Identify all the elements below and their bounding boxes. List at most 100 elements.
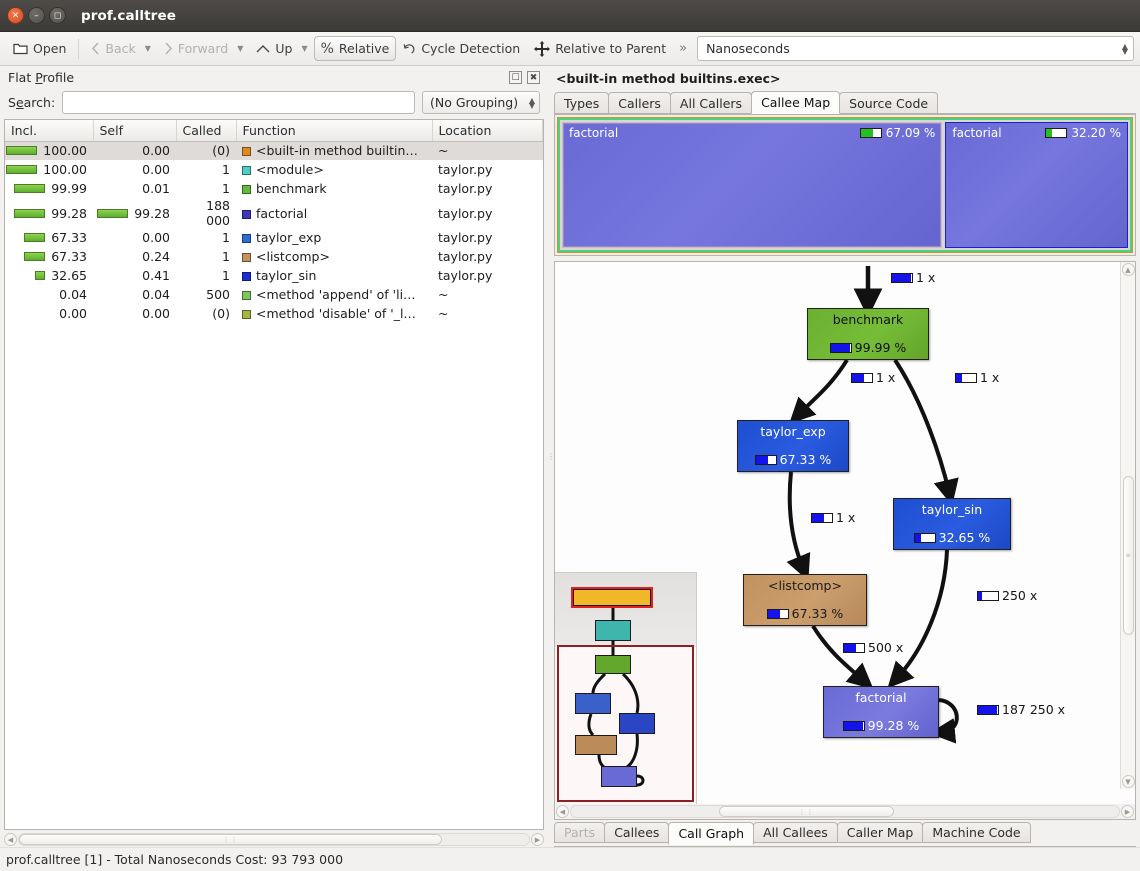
- column-header-called[interactable]: Called: [176, 120, 237, 142]
- tab-all-callers[interactable]: All Callers: [669, 92, 753, 113]
- scroll-right-icon[interactable]: ▶: [1121, 805, 1134, 818]
- tab-all-callees[interactable]: All Callees: [753, 822, 838, 843]
- main-split: Flat Profile ☐ ✖ Search: (No Grouping) ▲…: [0, 66, 1140, 847]
- table-row[interactable]: 99.28 99.28 188 000 factorial taylor.py: [5, 198, 543, 228]
- table-row[interactable]: 99.99 0.01 1 benchmark taylor.py: [5, 179, 543, 198]
- scrollbar-track[interactable]: ⋮⋮: [570, 805, 1120, 818]
- status-text: prof.calltree [1] - Total Nanoseconds Co…: [6, 852, 344, 867]
- table-row[interactable]: 0.04 0.04 500 <method 'append' of 'li… ~: [5, 285, 543, 304]
- table-row[interactable]: 0.00 0.00 (0) <method 'disable' of '_l… ~: [5, 304, 543, 323]
- cell-self: 0.00: [93, 141, 176, 160]
- profile-table-hscrollbar[interactable]: ◀ ⋮⋮ ▶: [4, 832, 544, 847]
- graph-node-percent: 32.65 %: [913, 530, 990, 545]
- table-row[interactable]: 32.65 0.41 1 taylor_sin taylor.py: [5, 266, 543, 285]
- forward-dropdown-icon[interactable]: ▼: [235, 44, 249, 53]
- search-label: Search:: [8, 95, 56, 110]
- cell-called: 1: [222, 181, 230, 196]
- call-graph-minimap[interactable]: [555, 572, 697, 804]
- callee-map-box[interactable]: factorial 67.09 %: [562, 122, 943, 248]
- spinner-icon[interactable]: ▲ ▼: [1122, 42, 1128, 55]
- tab-machine-code[interactable]: Machine Code: [922, 822, 1031, 843]
- graph-node-taylor_sin[interactable]: taylor_sin 32.65 %: [893, 498, 1011, 550]
- minimize-icon[interactable]: –: [28, 7, 45, 24]
- unit-combobox[interactable]: Nanoseconds ▲ ▼: [697, 36, 1134, 61]
- cell-incl: 67.33: [5, 228, 93, 247]
- cell-self: 0.00: [142, 162, 170, 177]
- progress-bar-icon: [913, 532, 936, 543]
- cell-function: <method 'disable' of '_l…: [236, 304, 432, 323]
- scrollbar-track[interactable]: ⋮⋮: [18, 833, 530, 846]
- callee-map-canvas[interactable]: factorial 67.09 % factorial 32.20 %: [557, 117, 1133, 253]
- back-button[interactable]: Back: [84, 36, 142, 61]
- tab-callees[interactable]: Callees: [604, 822, 670, 843]
- close-icon[interactable]: ✕: [7, 7, 24, 24]
- cell-called: 500: [206, 287, 230, 302]
- cell-location: ~: [438, 306, 449, 321]
- table-row[interactable]: 100.00 0.00 (0) <built-in method builtin… ~: [5, 141, 543, 160]
- callee-map-box[interactable]: factorial 32.20 %: [945, 122, 1128, 248]
- search-input[interactable]: [62, 91, 415, 114]
- graph-node-taylor_exp[interactable]: taylor_exp 67.33 %: [737, 420, 849, 472]
- tab-parts: Parts: [554, 822, 606, 843]
- forward-button[interactable]: Forward: [157, 36, 235, 61]
- graph-node-percent: 99.99 %: [829, 340, 906, 355]
- spinner-icon[interactable]: ▲ ▼: [529, 96, 535, 109]
- up-button[interactable]: Up: [249, 36, 299, 61]
- relative-to-parent-button[interactable]: Relative to Parent: [527, 36, 673, 61]
- column-header-incl[interactable]: Incl.: [5, 120, 94, 142]
- graph-node-percent: 67.33 %: [766, 606, 844, 621]
- maximize-icon[interactable]: ◻: [49, 7, 66, 24]
- tab-callers[interactable]: Callers: [608, 92, 671, 113]
- graph-node-percent-text: 67.33 %: [791, 606, 844, 621]
- window-title: prof.calltree: [81, 7, 176, 24]
- tab-source-code[interactable]: Source Code: [839, 92, 939, 113]
- detail-top-tabs: Types Callers All Callers Callee Map Source …: [554, 90, 1136, 114]
- call-graph-vscrollbar[interactable]: ▲ ≡ ▼: [1120, 262, 1135, 789]
- tab-call-graph[interactable]: Call Graph: [668, 822, 755, 845]
- chevron-right-icon: [165, 42, 172, 55]
- column-header-function[interactable]: Function: [236, 120, 433, 142]
- column-header-location[interactable]: Location: [432, 120, 543, 142]
- call-graph-hscrollbar[interactable]: ◀ ⋮⋮ ▶: [555, 804, 1135, 819]
- cell-function: taylor_sin: [236, 266, 432, 285]
- grouping-combobox[interactable]: (No Grouping) ▲ ▼: [422, 91, 540, 114]
- scrollbar-thumb[interactable]: ≡: [1122, 475, 1134, 636]
- scroll-down-icon[interactable]: ▼: [1121, 775, 1135, 788]
- call-graph-canvas[interactable]: benchmark 99.99 % taylor_exp 67.33 % taylor_…: [555, 262, 1135, 804]
- call-graph-panel: benchmark 99.99 % taylor_exp 67.33 % taylor_…: [554, 261, 1136, 820]
- column-header-self[interactable]: Self: [93, 120, 177, 142]
- cycle-detection-button[interactable]: Cycle Detection: [396, 36, 527, 61]
- float-icon[interactable]: ☐: [509, 71, 522, 84]
- callee-map-box-percent: 67.09 %: [859, 126, 935, 140]
- minimap-viewport[interactable]: [557, 645, 694, 802]
- up-dropdown-icon[interactable]: ▼: [299, 44, 313, 53]
- scroll-left-icon[interactable]: ◀: [556, 805, 569, 818]
- graph-node-factorial[interactable]: factorial 99.28 %: [823, 686, 939, 738]
- tab-types[interactable]: Types: [554, 92, 610, 113]
- table-row[interactable]: 67.33 0.24 1 <listcomp> taylor.py: [5, 247, 543, 266]
- back-dropdown-icon[interactable]: ▼: [143, 44, 157, 53]
- table-row[interactable]: 100.00 0.00 1 <module> taylor.py: [5, 160, 543, 179]
- scrollbar-thumb[interactable]: ⋮⋮: [19, 834, 443, 845]
- close-panel-icon[interactable]: ✖: [527, 71, 540, 84]
- scroll-left-icon[interactable]: ◀: [4, 833, 17, 846]
- flat-profile-title: Flat Profile: [8, 70, 75, 85]
- graph-node-label: <listcomp>: [768, 578, 842, 593]
- relative-toggle[interactable]: % Relative: [313, 36, 397, 61]
- tab-label: Parts: [564, 825, 596, 840]
- cell-incl: 99.99: [5, 179, 93, 198]
- scrollbar-thumb[interactable]: ⋮⋮: [718, 806, 895, 817]
- scroll-up-icon[interactable]: ▲: [1121, 263, 1135, 276]
- table-row[interactable]: 67.33 0.00 1 taylor_exp taylor.py: [5, 228, 543, 247]
- cell-function: <listcomp>: [236, 247, 432, 266]
- graph-node-benchmark[interactable]: benchmark 99.99 %: [807, 308, 929, 360]
- toolbar-overflow-button[interactable]: »: [673, 41, 693, 56]
- open-button[interactable]: Open: [6, 36, 73, 61]
- graph-node-listcomp[interactable]: <listcomp> 67.33 %: [743, 574, 867, 626]
- forward-label: Forward: [177, 41, 229, 56]
- tab-label: Machine Code: [932, 825, 1021, 840]
- tab-callee-map[interactable]: Callee Map: [751, 91, 841, 114]
- tab-caller-map[interactable]: Caller Map: [836, 822, 924, 843]
- callee-map[interactable]: factorial 67.09 % factorial 32.20 %: [554, 114, 1136, 256]
- scroll-right-icon[interactable]: ▶: [531, 833, 544, 846]
